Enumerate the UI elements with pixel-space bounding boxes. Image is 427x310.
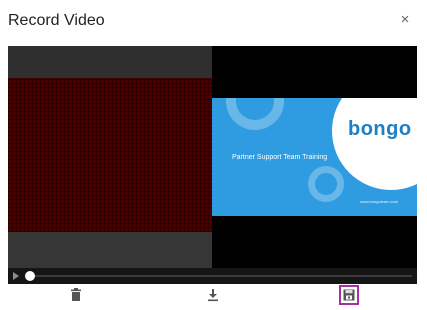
- slide-subtitle: Partner Support Team Training: [232, 154, 328, 161]
- seek-handle[interactable]: [25, 271, 35, 281]
- download-icon: [208, 289, 218, 302]
- seek-bar[interactable]: [26, 275, 412, 277]
- camera-feed-pane: [8, 46, 212, 268]
- trash-icon: [71, 288, 81, 301]
- camera-feed-image: [8, 78, 212, 232]
- slide-decoration-ring-small: [308, 166, 344, 202]
- save-button[interactable]: [339, 285, 359, 305]
- delete-button[interactable]: [68, 287, 84, 303]
- video-player[interactable]: bongo Partner Support Team Training www.…: [8, 46, 417, 284]
- screen-share-pane: bongo Partner Support Team Training www.…: [212, 46, 417, 268]
- record-video-dialog: Record Video × bongo Partner Support Tea…: [0, 0, 427, 310]
- slide-logo-circle: [332, 98, 417, 190]
- slide-decoration-ring: [226, 98, 284, 130]
- presentation-slide: bongo Partner Support Team Training www.…: [212, 98, 417, 216]
- slide-url: www.bongolearn.com: [360, 199, 399, 204]
- close-icon[interactable]: ×: [398, 12, 412, 28]
- recording-toolbar: [0, 284, 427, 310]
- slide-brand-logo: bongo: [348, 118, 412, 140]
- download-button[interactable]: [205, 287, 221, 303]
- dialog-title: Record Video: [8, 12, 105, 29]
- camera-feed-top-band: [8, 46, 212, 78]
- camera-feed-bottom-band: [8, 232, 212, 268]
- play-icon[interactable]: [13, 272, 19, 280]
- playback-controls: [8, 268, 417, 284]
- save-icon: [343, 289, 355, 301]
